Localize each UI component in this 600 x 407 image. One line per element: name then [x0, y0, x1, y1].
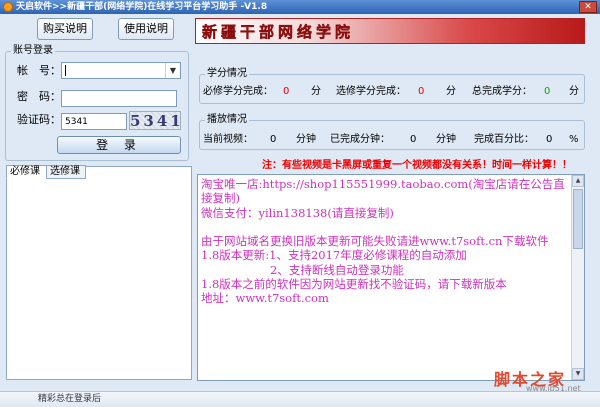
announcement-text: 淘宝唯一店:https://shop115551999.taobao.com(淘…	[201, 177, 565, 306]
required-credits-value: 0	[283, 86, 290, 97]
status-bar: 精彩总在登录后	[0, 391, 600, 407]
credits-group-label: 学分情况	[205, 68, 249, 80]
current-video-unit: 分钟	[296, 134, 316, 145]
app-icon	[3, 2, 13, 12]
purchase-info-button[interactable]: 购买说明	[37, 18, 93, 40]
chevron-down-icon[interactable]: ▼	[165, 63, 180, 78]
total-credits-value: 0	[544, 86, 551, 97]
completion-percent-value: 0	[546, 134, 553, 145]
captcha-image[interactable]: 5341	[129, 111, 181, 130]
completed-minutes-unit: 分钟	[436, 134, 456, 145]
scroll-thumb[interactable]	[573, 189, 583, 249]
elective-credits-unit: 分	[446, 86, 456, 97]
captcha-label: 验证码：	[17, 113, 61, 126]
elective-credits-value: 0	[418, 86, 425, 97]
password-input[interactable]	[61, 90, 177, 107]
current-video-value: 0	[270, 134, 277, 145]
elective-credits-label: 选修学分完成：	[336, 86, 406, 97]
completed-minutes-value: 0	[410, 134, 417, 145]
scroll-down-icon[interactable]: ▼	[572, 368, 584, 380]
required-credits-label: 必修学分完成：	[203, 86, 273, 97]
vertical-scrollbar[interactable]: ▲ ▼	[571, 175, 584, 380]
tab-required-courses[interactable]: 必修课	[6, 165, 47, 179]
text-caret	[65, 65, 66, 76]
login-group-label: 账号登录	[11, 45, 55, 57]
banner: 新疆干部网络学院	[195, 18, 585, 44]
status-text: 精彩总在登录后	[38, 394, 102, 404]
total-credits-unit: 分	[569, 86, 579, 97]
course-list-panel	[6, 166, 192, 380]
account-combobox[interactable]: ▼	[61, 62, 181, 79]
completed-minutes-label: 已完成分钟：	[330, 134, 390, 145]
title-bar: 天启软件>>新疆干部(网络学院)在线学习平台学习助手 -V1.8 ✕	[0, 0, 600, 14]
password-label: 密 码：	[17, 90, 61, 103]
total-credits-label: 总完成学分：	[472, 86, 532, 97]
announcement-memo[interactable]: 淘宝唯一店:https://shop115551999.taobao.com(淘…	[197, 174, 585, 381]
account-label: 帐 号：	[17, 64, 61, 77]
completion-percent-label: 完成百分比：	[474, 134, 534, 145]
window-title: 天启软件>>新疆干部(网络学院)在线学习平台学习助手 -V1.8	[16, 2, 268, 12]
login-button[interactable]: 登 录	[57, 136, 181, 154]
playback-group-label: 播放情况	[205, 114, 249, 126]
required-credits-unit: 分	[311, 86, 321, 97]
completion-percent-unit: %	[569, 134, 579, 145]
captcha-input[interactable]	[61, 113, 127, 130]
usage-info-button[interactable]: 使用说明	[118, 18, 174, 40]
scroll-up-icon[interactable]: ▲	[572, 175, 584, 187]
close-icon[interactable]: ✕	[579, 1, 597, 13]
current-video-label: 当前视频：	[203, 134, 253, 145]
notice-text: 注：有些视频是卡黑屏或重复一个视频都没有关系！时间一样计算！！	[262, 160, 572, 171]
tab-elective-courses[interactable]: 选修课	[46, 165, 86, 179]
banner-title: 新疆干部网络学院	[202, 23, 355, 41]
